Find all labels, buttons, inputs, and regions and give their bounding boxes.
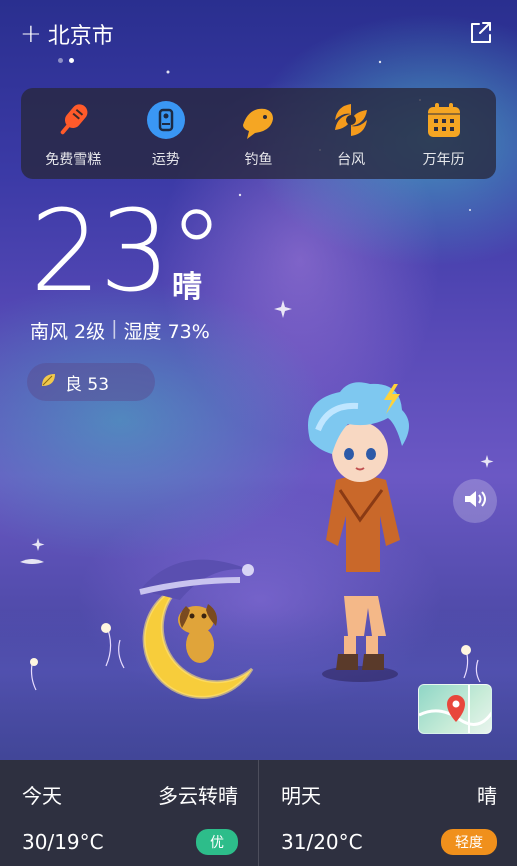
- tool-label: 免费雪糕: [45, 151, 102, 168]
- tool-label: 钓鱼: [244, 151, 273, 168]
- forecast-day-label: 今天: [22, 784, 62, 808]
- location-pin-icon: [447, 695, 465, 722]
- forecast-panel: 今天 多云转晴 30/19°C 优 明天 晴 31/20°C 轻度: [0, 760, 517, 866]
- forecast-day-label: 明天: [281, 784, 321, 808]
- forecast-today[interactable]: 今天 多云转晴 30/19°C 优: [0, 760, 258, 866]
- wind-humidity-line: 南风 2级 | 湿度 73%: [30, 317, 210, 344]
- popsicle-icon: [52, 99, 94, 141]
- leaf-icon: [39, 371, 57, 394]
- forecast-temp-range: 31/20°C: [281, 830, 363, 854]
- share-icon[interactable]: [469, 20, 495, 46]
- fortune-icon: [145, 99, 187, 141]
- separator: |: [111, 317, 118, 339]
- tool-calendar[interactable]: 万年历: [399, 99, 489, 169]
- forecast-tomorrow[interactable]: 明天 晴 31/20°C 轻度: [258, 760, 517, 866]
- wind-info: 南风 2级: [30, 321, 106, 343]
- current-condition: 晴: [172, 270, 202, 305]
- aqi-badge[interactable]: 良 53: [27, 363, 155, 401]
- forecast-weather: 晴: [477, 784, 497, 808]
- tool-free-popsicle[interactable]: 免费雪糕: [28, 99, 118, 169]
- page-indicator: [58, 58, 74, 63]
- calendar-icon: [423, 99, 465, 141]
- typhoon-icon: [330, 99, 372, 141]
- tool-typhoon[interactable]: 台风: [306, 99, 396, 169]
- forecast-temp-range: 30/19°C: [22, 830, 104, 854]
- page-dot-active[interactable]: [69, 58, 74, 63]
- forecast-weather: 多云转晴: [158, 784, 238, 808]
- voice-broadcast-button[interactable]: [453, 479, 497, 523]
- plus-icon[interactable]: +: [20, 19, 42, 49]
- tool-fishing[interactable]: 钓鱼: [213, 99, 303, 169]
- tool-label: 万年历: [422, 151, 465, 168]
- header: + 北京市: [20, 18, 497, 54]
- city-selector[interactable]: + 北京市: [20, 18, 114, 50]
- aqi-level-badge: 优: [196, 829, 238, 855]
- tool-label: 运势: [151, 151, 180, 168]
- city-name: 北京市: [47, 24, 114, 49]
- quick-tools-bar: 免费雪糕 运势 钓鱼 台风 万年历: [21, 88, 496, 179]
- tool-label: 台风: [337, 151, 366, 168]
- aqi-level-badge: 轻度: [441, 829, 497, 855]
- humidity-info: 湿度 73%: [123, 321, 210, 343]
- tool-fortune[interactable]: 运势: [121, 99, 211, 169]
- page-dot[interactable]: [58, 58, 63, 63]
- speaker-icon: [463, 488, 487, 514]
- aqi-value: 良 53: [65, 374, 110, 395]
- fish-icon: [237, 99, 279, 141]
- weather-map-button[interactable]: [418, 684, 492, 734]
